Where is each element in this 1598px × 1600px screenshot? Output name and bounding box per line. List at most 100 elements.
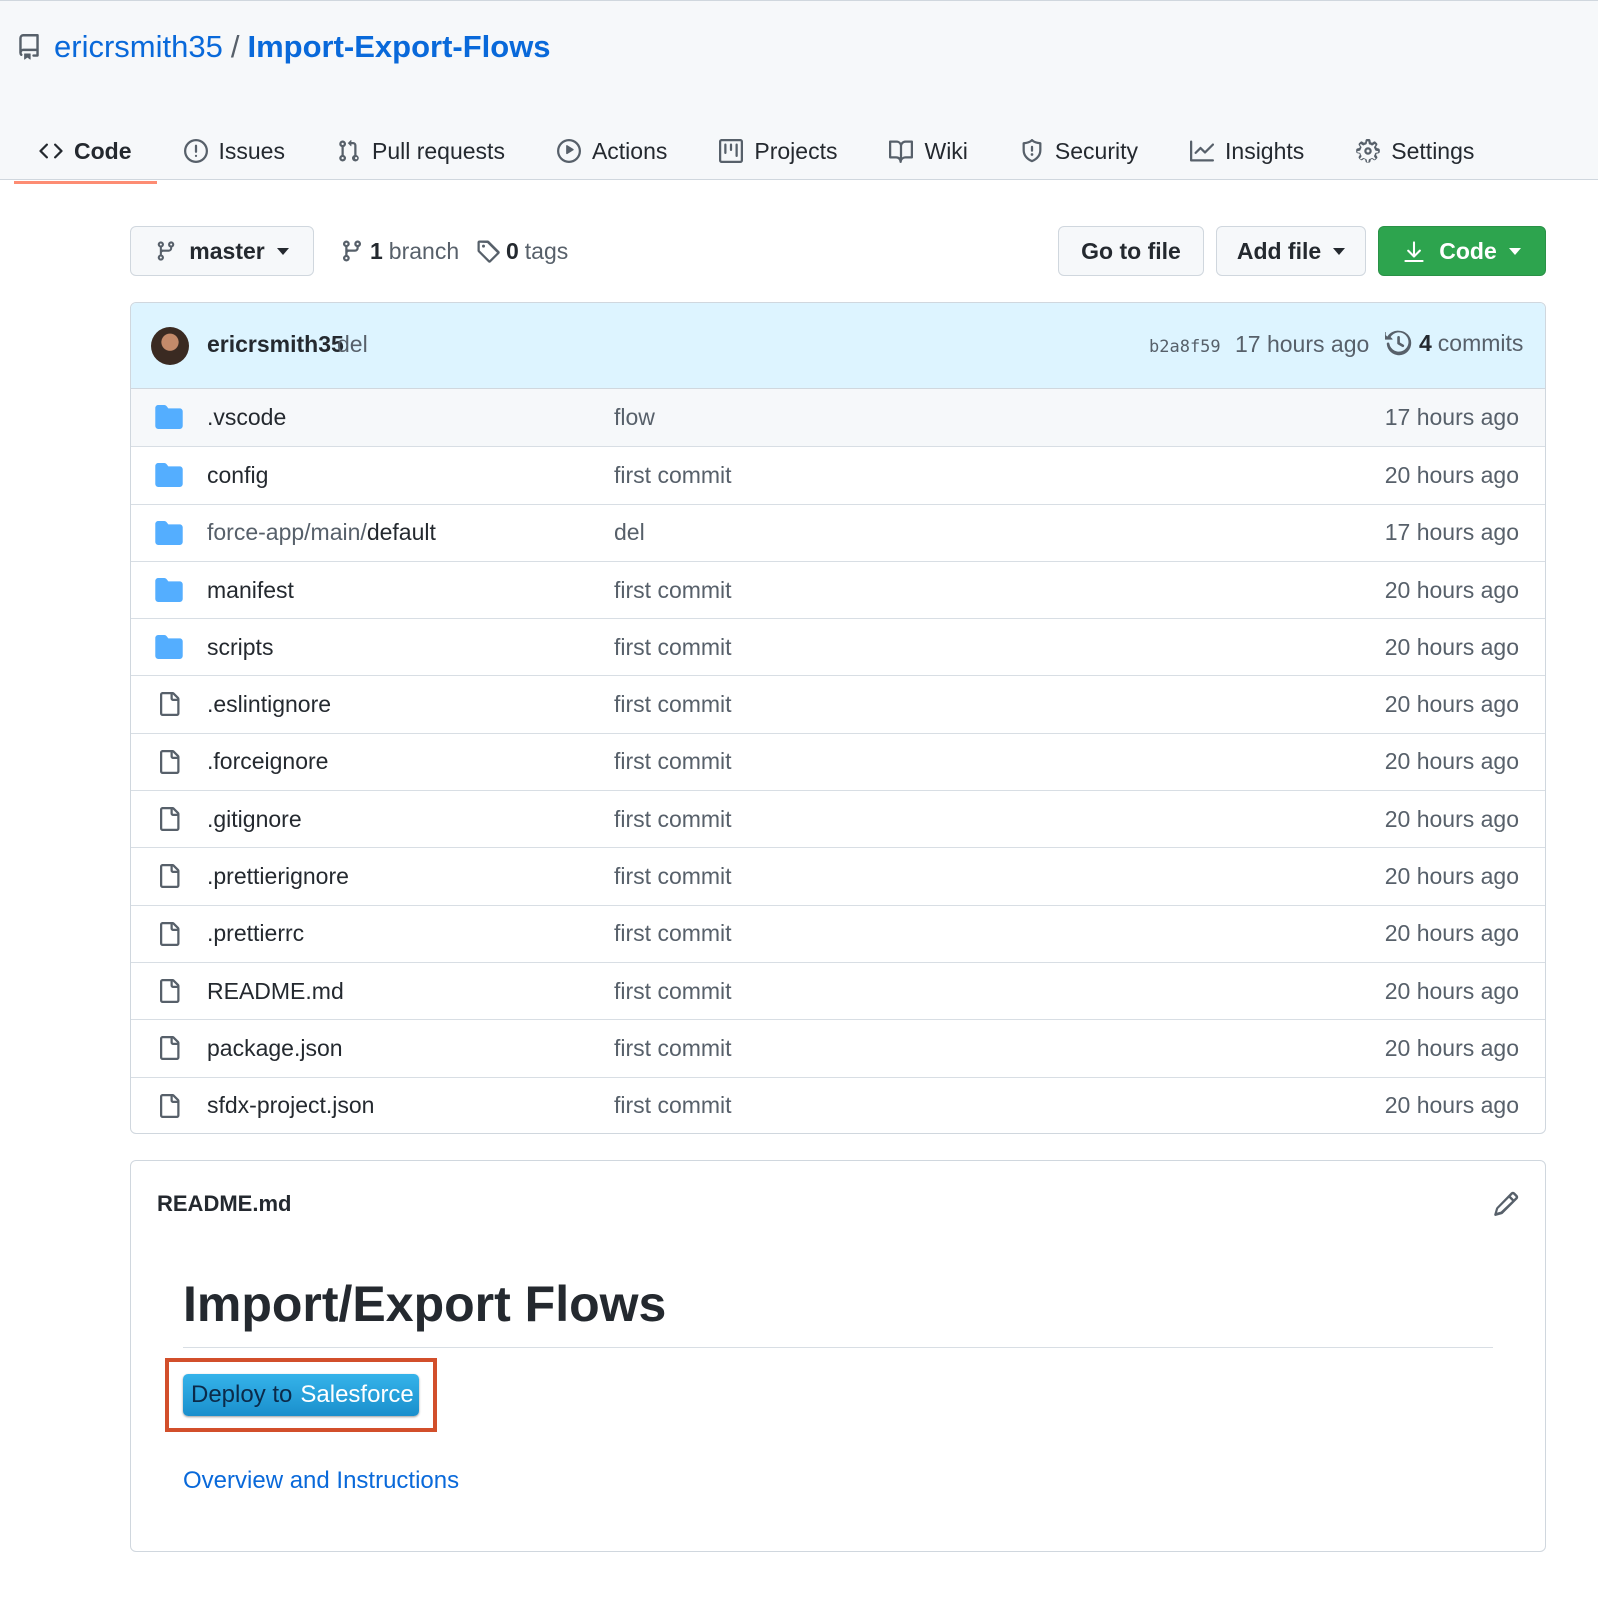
file-commit-message[interactable]: first commit bbox=[614, 863, 732, 890]
commits-history-link[interactable]: 4 commits bbox=[1385, 329, 1523, 357]
file-commit-time: 20 hours ago bbox=[1384, 920, 1519, 947]
file-commit-message[interactable]: first commit bbox=[614, 634, 732, 661]
file-commit-time: 17 hours ago bbox=[1384, 404, 1519, 431]
file-commit-time: 20 hours ago bbox=[1384, 691, 1519, 718]
file-name-link[interactable]: sfdx-project.json bbox=[207, 1092, 374, 1119]
add-file-button[interactable]: Add file bbox=[1216, 226, 1366, 276]
table-row[interactable]: config first commit 20 hours ago bbox=[131, 446, 1545, 503]
file-name-link[interactable]: .prettierignore bbox=[207, 863, 349, 890]
file-icon bbox=[160, 921, 180, 946]
file-commit-message[interactable]: first commit bbox=[614, 748, 732, 775]
file-name-link[interactable]: .vscode bbox=[207, 404, 286, 431]
tab-label: Settings bbox=[1391, 137, 1475, 164]
file-commit-message[interactable]: first commit bbox=[614, 1092, 732, 1119]
repo-owner-link[interactable]: ericrsmith35 bbox=[54, 29, 223, 65]
file-name-link[interactable]: README.md bbox=[207, 978, 344, 1005]
repo-name-link[interactable]: Import-Export-Flows bbox=[247, 29, 550, 65]
code-button-label: Code bbox=[1439, 237, 1497, 264]
go-to-file-button[interactable]: Go to file bbox=[1058, 226, 1204, 276]
tab-issues[interactable]: Issues bbox=[159, 121, 310, 181]
file-name-link[interactable]: .forceignore bbox=[207, 748, 328, 775]
table-row[interactable]: force-app/main/default del 17 hours ago bbox=[131, 503, 1545, 561]
commit-count: 4 bbox=[1419, 329, 1432, 356]
branch-select-button[interactable]: master bbox=[130, 226, 314, 276]
tag-icon bbox=[477, 240, 500, 263]
table-row[interactable]: sfdx-project.json first commit 20 hours … bbox=[131, 1076, 1545, 1133]
file-commit-time: 20 hours ago bbox=[1384, 863, 1519, 890]
table-row[interactable]: .eslintignore first commit 20 hours ago bbox=[131, 675, 1545, 732]
table-row[interactable]: package.json first commit 20 hours ago bbox=[131, 1019, 1545, 1076]
tag-label: tags bbox=[524, 237, 569, 264]
file-name-link[interactable]: manifest bbox=[207, 577, 294, 604]
file-commit-time: 20 hours ago bbox=[1384, 576, 1519, 603]
tab-code[interactable]: Code bbox=[14, 121, 157, 184]
highlight-box: Deploy to Salesforce bbox=[165, 1358, 437, 1432]
commit-time: 17 hours ago bbox=[1235, 331, 1370, 357]
folder-icon bbox=[155, 635, 183, 660]
tab-wiki[interactable]: Wiki bbox=[864, 121, 992, 181]
tab-insights[interactable]: Insights bbox=[1165, 121, 1329, 181]
tab-actions[interactable]: Actions bbox=[532, 121, 692, 181]
tab-pull-requests[interactable]: Pull requests bbox=[312, 121, 530, 181]
tags-link[interactable]: 0 tags bbox=[476, 226, 568, 276]
play-icon bbox=[556, 139, 581, 163]
overview-instructions-link[interactable]: Overview and Instructions bbox=[183, 1467, 459, 1495]
file-navigation: master 1 branch 0 tags Go to file Add fi… bbox=[130, 226, 1546, 276]
tab-label: Issues bbox=[218, 137, 285, 164]
branch-count: 1 bbox=[370, 237, 383, 264]
file-commit-message[interactable]: first commit bbox=[614, 806, 732, 833]
file-commit-message[interactable]: del bbox=[614, 519, 645, 546]
commit-sha-link[interactable]: b2a8f59 bbox=[1149, 337, 1221, 357]
file-name-link[interactable]: .prettierrc bbox=[207, 920, 304, 947]
table-row[interactable]: .prettierignore first commit 20 hours ag… bbox=[131, 847, 1545, 904]
repo-header: ericrsmith35 / Import-Export-Flows Code … bbox=[0, 0, 1598, 184]
table-row[interactable]: scripts first commit 20 hours ago bbox=[131, 618, 1545, 675]
deploy-to-salesforce-button[interactable]: Deploy to Salesforce bbox=[183, 1374, 419, 1416]
git-branch-icon bbox=[158, 241, 175, 261]
avatar[interactable] bbox=[151, 327, 189, 365]
branch-name: master bbox=[189, 237, 265, 264]
file-name-link[interactable]: force-app/main/default bbox=[207, 519, 436, 546]
file-name-link[interactable]: package.json bbox=[207, 1035, 343, 1062]
tab-label: Pull requests bbox=[371, 137, 505, 164]
file-icon bbox=[160, 978, 180, 1003]
file-commit-message[interactable]: flow bbox=[614, 404, 655, 431]
folder-icon bbox=[155, 463, 183, 488]
table-row[interactable]: manifest first commit 20 hours ago bbox=[131, 560, 1545, 618]
file-commit-message[interactable]: first commit bbox=[614, 691, 732, 718]
pencil-icon[interactable] bbox=[1493, 1191, 1519, 1217]
chevron-down-icon bbox=[1333, 247, 1346, 255]
commit-author-link[interactable]: ericrsmith35 bbox=[207, 331, 344, 358]
issue-icon bbox=[183, 139, 208, 163]
tab-projects[interactable]: Projects bbox=[694, 121, 862, 181]
file-commit-time: 20 hours ago bbox=[1384, 633, 1519, 660]
file-name-link[interactable]: scripts bbox=[207, 634, 273, 661]
chevron-down-icon bbox=[276, 247, 289, 255]
file-name-link[interactable]: .gitignore bbox=[207, 806, 302, 833]
table-row[interactable]: .prettierrc first commit 20 hours ago bbox=[131, 904, 1545, 962]
file-commit-message[interactable]: first commit bbox=[614, 978, 732, 1005]
file-commit-message[interactable]: first commit bbox=[614, 462, 732, 489]
branches-link[interactable]: 1 branch bbox=[340, 226, 459, 276]
file-name-link[interactable]: .eslintignore bbox=[207, 691, 331, 718]
file-commit-time: 20 hours ago bbox=[1384, 1092, 1519, 1119]
project-icon bbox=[719, 139, 744, 163]
file-commit-message[interactable]: first commit bbox=[614, 1035, 732, 1062]
table-row[interactable]: .forceignore first commit 20 hours ago bbox=[131, 732, 1545, 790]
table-row[interactable]: .gitignore first commit 20 hours ago bbox=[131, 790, 1545, 847]
file-commit-message[interactable]: first commit bbox=[614, 920, 732, 947]
table-row[interactable]: README.md first commit 20 hours ago bbox=[131, 961, 1545, 1019]
tab-settings[interactable]: Settings bbox=[1331, 121, 1499, 181]
gear-icon bbox=[1356, 139, 1381, 163]
file-commit-message[interactable]: first commit bbox=[614, 577, 732, 604]
code-icon bbox=[39, 143, 63, 159]
file-icon bbox=[160, 749, 180, 774]
git-branch-icon bbox=[343, 240, 361, 262]
add-file-label: Add file bbox=[1236, 237, 1322, 264]
file-name-link[interactable]: config bbox=[207, 462, 268, 489]
tab-security[interactable]: Security bbox=[995, 121, 1163, 181]
readme-filename-link[interactable]: README.md bbox=[157, 1191, 291, 1217]
code-button[interactable]: Code bbox=[1378, 226, 1546, 276]
table-row[interactable]: .vscode flow 17 hours ago bbox=[131, 389, 1545, 447]
commit-message-link[interactable]: del bbox=[337, 331, 368, 358]
